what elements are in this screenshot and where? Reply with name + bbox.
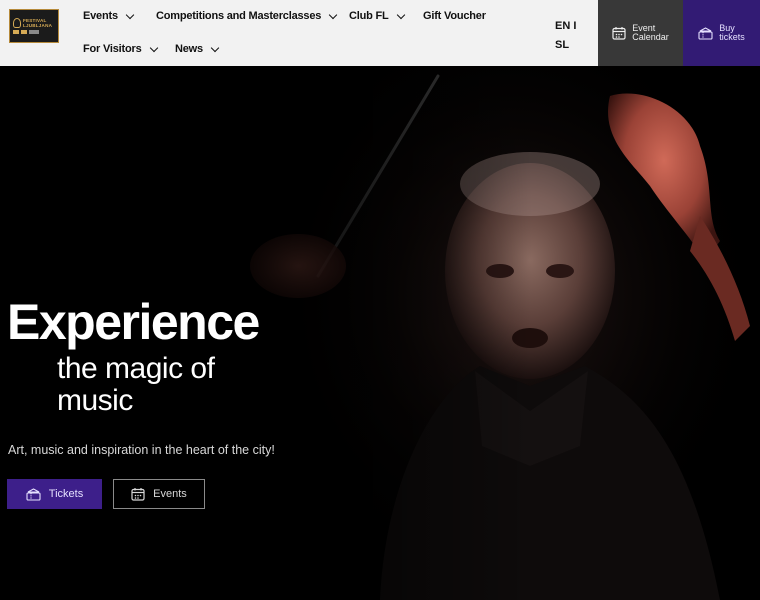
nav-visitors-label: For Visitors xyxy=(83,43,142,55)
nav-gift-label: Gift Voucher xyxy=(423,10,486,22)
nav-gift-voucher[interactable]: Gift Voucher xyxy=(423,10,486,22)
calendar-icon xyxy=(612,27,626,40)
nav-club[interactable]: Club FL xyxy=(349,10,405,22)
festival-logo[interactable]: FESTIVAL LJUBLJANA xyxy=(9,9,59,43)
hero-section: Experience the magic of music Art, music… xyxy=(0,66,760,600)
sponsor-mark-icon xyxy=(21,30,27,34)
nav-club-label: Club FL xyxy=(349,10,389,22)
tickets-button[interactable]: Tickets xyxy=(7,479,102,509)
sponsor-mark-icon xyxy=(29,30,39,34)
events-button[interactable]: Events xyxy=(113,479,205,509)
buy-tickets-line-2: tickets xyxy=(719,32,745,42)
chevron-down-icon xyxy=(396,10,405,19)
hero-title: Experience xyxy=(7,294,260,350)
nav-competitions-label: Competitions and Masterclasses xyxy=(156,10,322,22)
calendar-icon xyxy=(131,488,145,501)
lang-separator: I xyxy=(573,20,577,32)
nav-events[interactable]: Events xyxy=(83,10,135,22)
nav-news-label: News xyxy=(175,43,203,55)
ticket-icon xyxy=(698,26,713,40)
hero-tagline: Art, music and inspiration in the heart … xyxy=(8,443,275,457)
sponsor-mark-icon xyxy=(13,30,19,34)
ticket-icon xyxy=(26,487,41,501)
nav-competitions[interactable]: Competitions and Masterclasses xyxy=(156,10,338,22)
nav-news[interactable]: News xyxy=(175,43,220,55)
buy-tickets-button[interactable]: Buy tickets xyxy=(683,0,760,66)
hero-subtitle: the magic of music xyxy=(57,352,215,417)
chevron-down-icon xyxy=(328,10,338,19)
logo-sponsors xyxy=(13,30,55,34)
buy-tickets-label: Buy tickets xyxy=(719,24,745,42)
logo-wordmark: FESTIVAL LJUBLJANA xyxy=(23,18,52,28)
logo-line-2: LJUBLJANA xyxy=(23,23,53,28)
event-calendar-button[interactable]: Event Calendar xyxy=(598,0,683,66)
nav-for-visitors[interactable]: For Visitors xyxy=(83,43,158,55)
lang-en[interactable]: EN xyxy=(555,20,570,32)
event-calendar-label: Event Calendar xyxy=(632,24,669,42)
language-switcher: EN I SL xyxy=(555,17,576,55)
site-header: FESTIVAL LJUBLJANA Events Competitions a… xyxy=(0,0,760,66)
event-calendar-line-2: Calendar xyxy=(632,32,669,42)
nav-events-label: Events xyxy=(83,10,118,22)
logo-mark-icon xyxy=(13,18,21,28)
events-button-label: Events xyxy=(153,488,187,500)
chevron-down-icon xyxy=(210,43,220,52)
logo-top: FESTIVAL LJUBLJANA xyxy=(13,18,55,28)
tickets-button-label: Tickets xyxy=(48,488,84,500)
chevron-down-icon xyxy=(149,43,158,52)
lang-sl[interactable]: SL xyxy=(555,39,569,51)
chevron-down-icon xyxy=(125,10,135,19)
